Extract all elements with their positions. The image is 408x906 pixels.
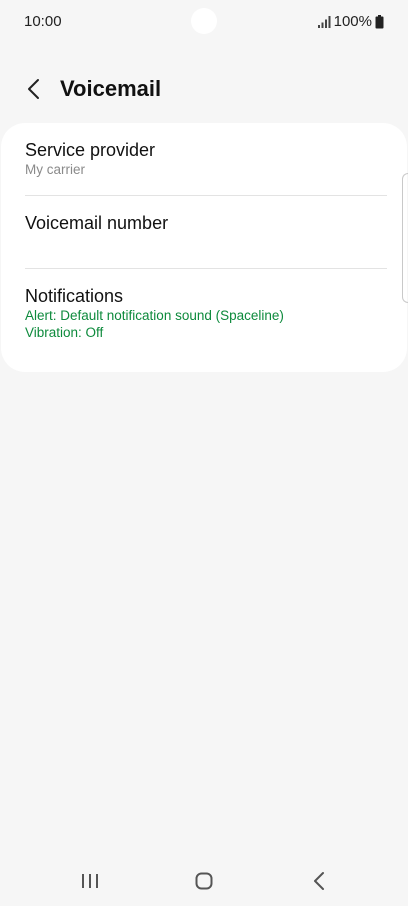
setting-title: Voicemail number (25, 213, 169, 233)
settings-card: Service provider My carrier Voicemail nu… (1, 123, 407, 372)
setting-title: Service provider (25, 140, 156, 160)
app-bar: Voicemail (0, 66, 408, 112)
back-button[interactable] (18, 74, 48, 104)
recents-button[interactable] (74, 868, 106, 894)
setting-subtitle-alert: Alert: Default notification sound (Space… (25, 308, 284, 323)
setting-notifications[interactable]: Notifications Alert: Default notificatio… (1, 269, 407, 372)
home-icon (195, 872, 213, 890)
setting-subtitle-vibration: Vibration: Off (25, 325, 104, 340)
scroll-indicator[interactable] (402, 173, 408, 303)
setting-title: Notifications (25, 286, 124, 306)
setting-voicemail-number[interactable]: Voicemail number (1, 196, 407, 269)
status-time: 10:00 (24, 13, 62, 30)
recents-icon (82, 874, 98, 888)
setting-subtitle: My carrier (25, 162, 85, 177)
home-button[interactable] (188, 868, 220, 894)
status-indicators: 100% (317, 13, 384, 30)
battery-percent: 100% (333, 13, 372, 30)
back-icon (314, 872, 324, 890)
setting-service-provider[interactable]: Service provider My carrier (1, 123, 407, 196)
page-title: Voicemail (60, 76, 162, 101)
status-bar: 10:00 100% (0, 0, 408, 44)
signal-icon (317, 15, 331, 28)
nav-back-button[interactable] (303, 868, 335, 894)
navigation-bar (0, 856, 408, 906)
chevron-left-icon (28, 79, 39, 99)
battery-icon (375, 14, 384, 28)
camera-cutout (191, 8, 217, 34)
